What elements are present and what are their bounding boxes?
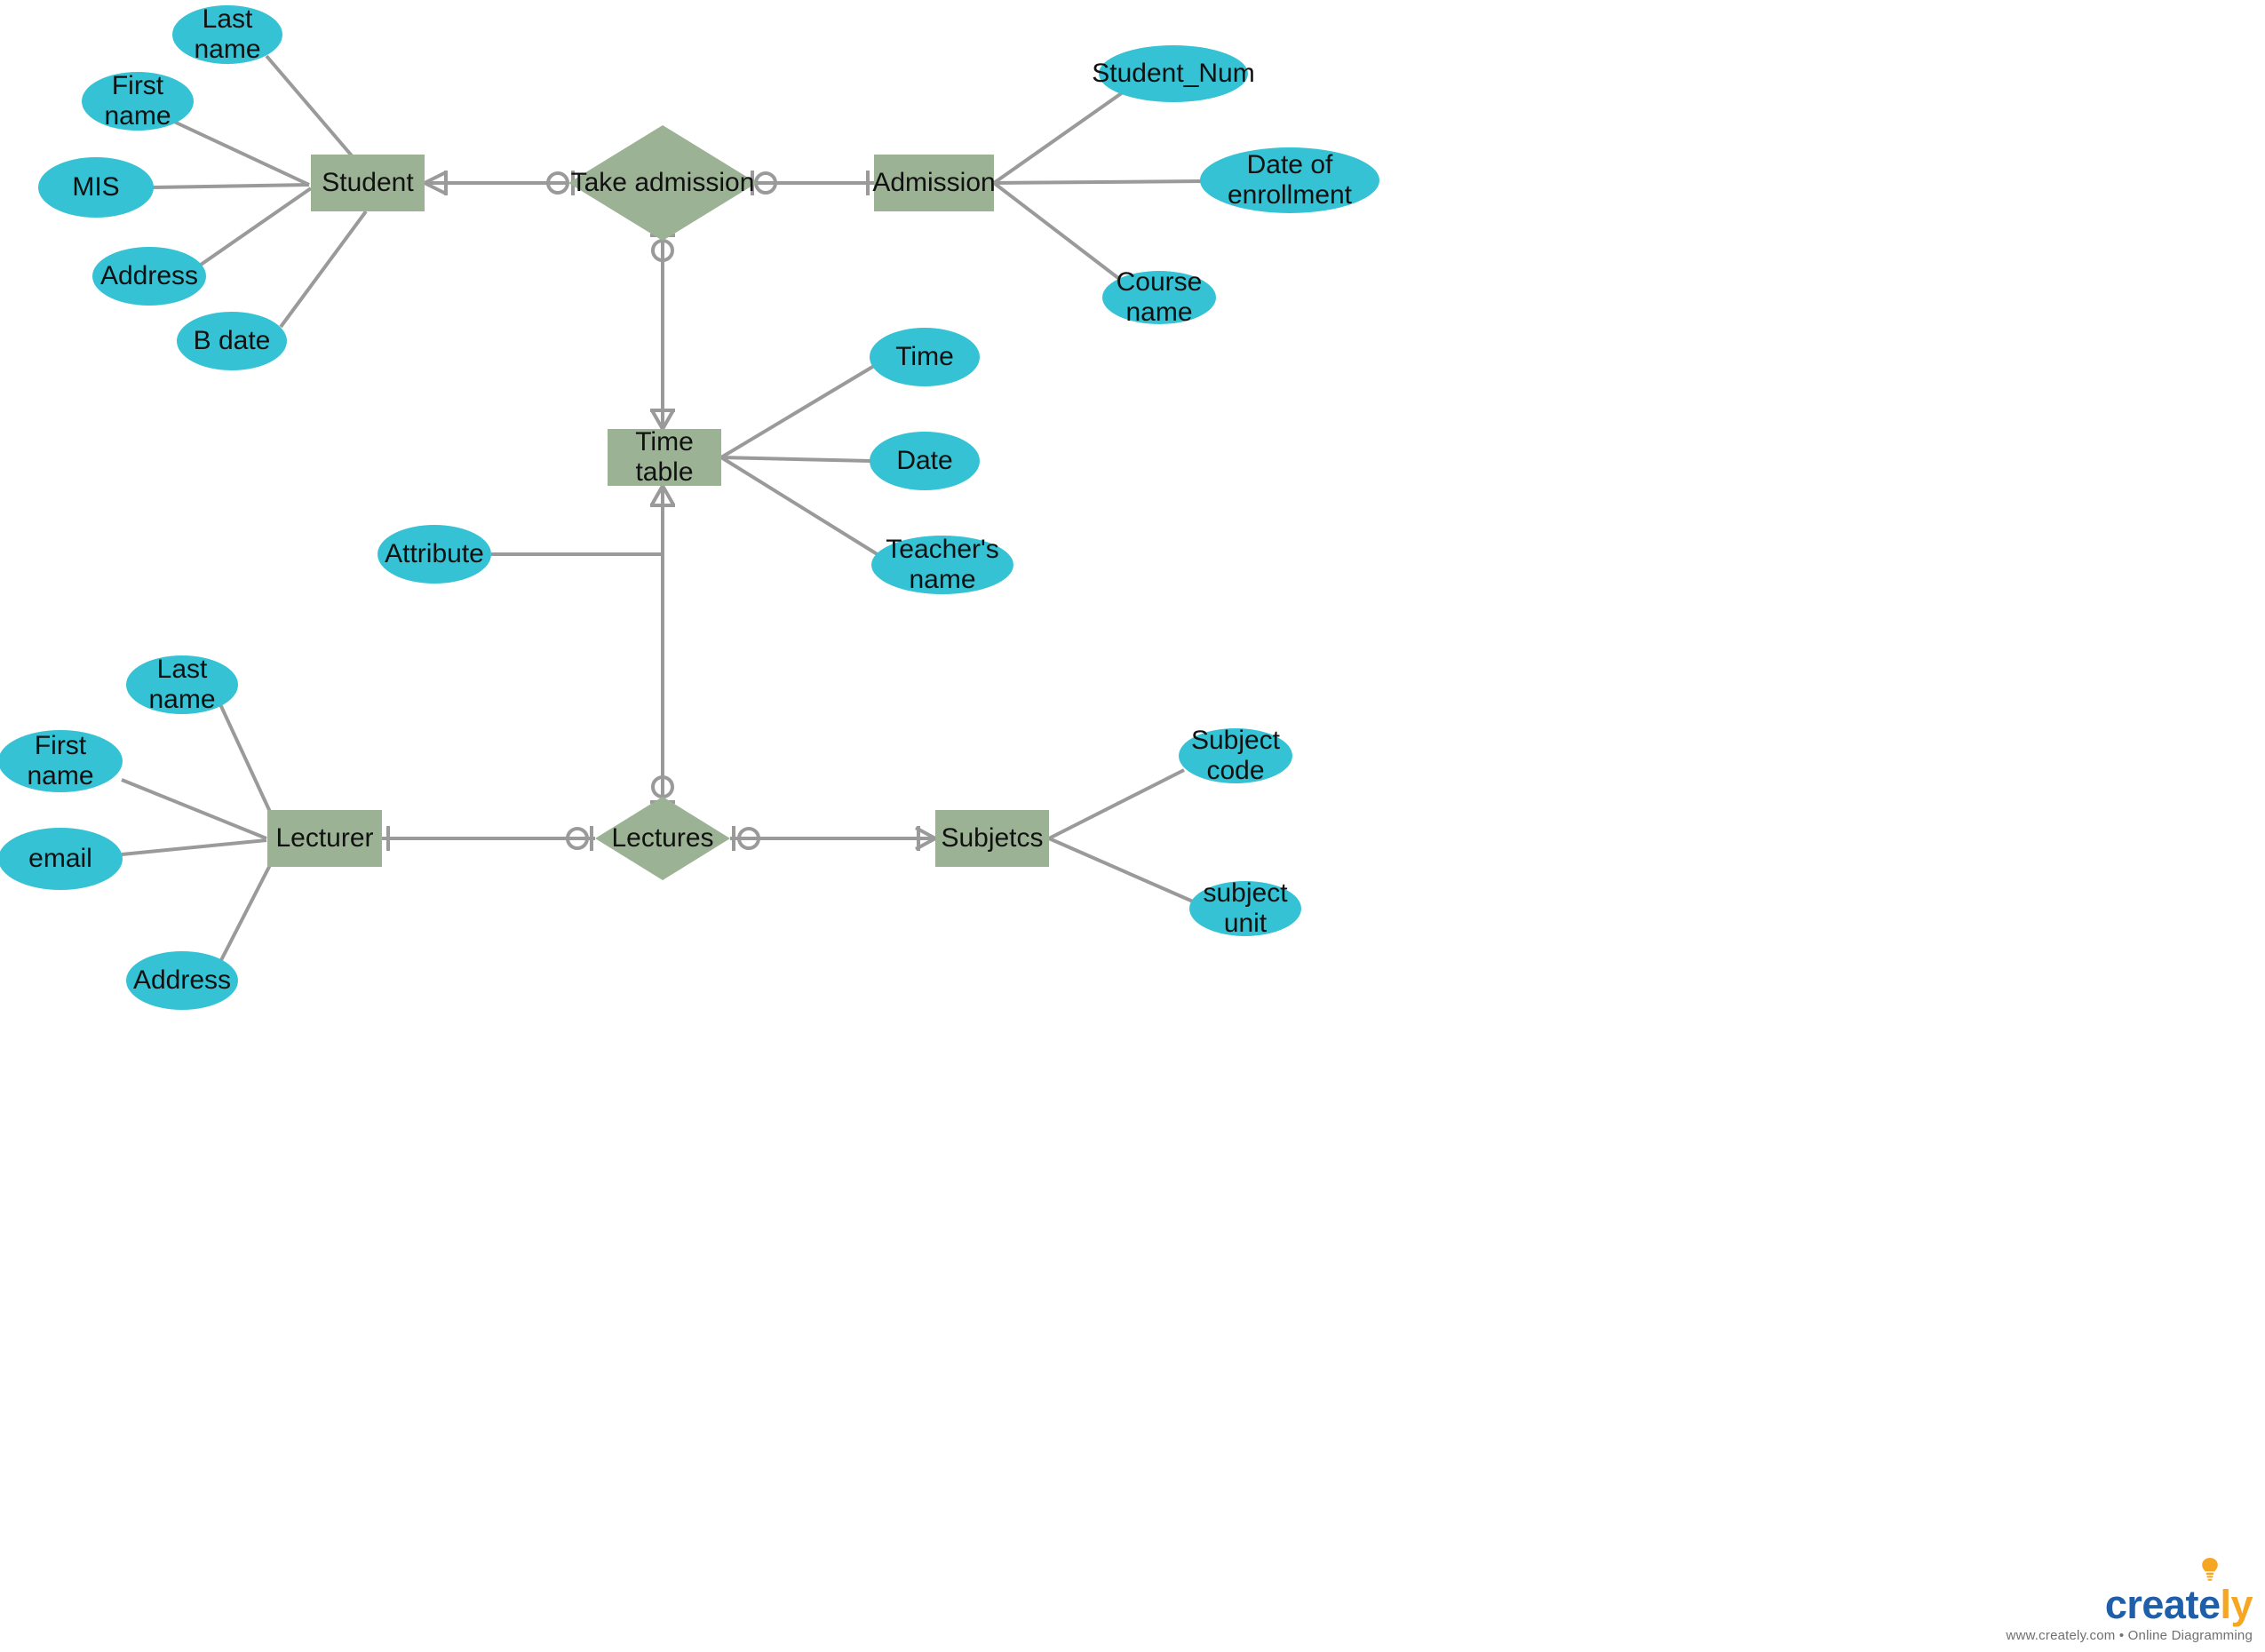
attribute-student-b-date[interactable]: B date bbox=[177, 312, 287, 370]
edge-lecturer-address bbox=[219, 864, 272, 963]
edge-timetable-time bbox=[719, 364, 876, 459]
entity-time-table[interactable]: Time table bbox=[608, 426, 721, 488]
connector-lectures-subjects bbox=[730, 826, 936, 851]
attribute-student-first-name[interactable]: First name bbox=[82, 71, 194, 131]
connector-take-admission-timetable bbox=[650, 234, 675, 430]
attribute-student-address[interactable]: Address bbox=[92, 247, 206, 306]
attribute-subjects-subject-code[interactable]: Subject code bbox=[1179, 726, 1292, 785]
attribute-timetable-attribute[interactable]: Attribute bbox=[378, 525, 491, 584]
connector-student-take-admission bbox=[424, 171, 575, 195]
entity-admission-label: Admission bbox=[872, 167, 996, 197]
edge-admission-student-num bbox=[992, 91, 1125, 185]
attribute-student-mis[interactable]: MIS bbox=[38, 157, 154, 218]
entity-time-table-label: Time table bbox=[635, 426, 694, 488]
edge-subjects-subject-unit bbox=[1048, 837, 1194, 903]
creately-brand-accent: ly bbox=[2220, 1582, 2253, 1627]
edge-student-mis bbox=[152, 183, 310, 189]
edge-subjects-subject-code bbox=[1048, 768, 1185, 840]
creately-logo-text: creately bbox=[2104, 1558, 2253, 1627]
edge-subjects-attributes bbox=[1048, 768, 1194, 903]
edge-timetable-date bbox=[720, 456, 872, 463]
attribute-admission-date-of-enrollment[interactable]: Date of enrollment bbox=[1200, 147, 1379, 213]
edge-student-b-date bbox=[279, 210, 368, 329]
edge-lecturer-first-name bbox=[121, 778, 267, 840]
relationship-diamond-take-admission[interactable] bbox=[568, 125, 757, 241]
edge-lecturer-email bbox=[121, 838, 267, 856]
connector-lecturer-lectures bbox=[382, 826, 595, 851]
edge-student-address bbox=[199, 187, 313, 266]
attribute-lecturer-first-name[interactable]: First name bbox=[0, 730, 123, 792]
creately-watermark: creately www.creately.com • Online Diagr… bbox=[2006, 1558, 2253, 1643]
edge-admission-date-enroll bbox=[993, 179, 1203, 185]
creately-brand-primary: create bbox=[2104, 1582, 2221, 1627]
attribute-timetable-teachers-name[interactable]: Teacher's name bbox=[871, 535, 1013, 594]
attribute-timetable-time[interactable]: Time bbox=[870, 328, 980, 386]
edge-lecturer-attributes bbox=[121, 703, 272, 963]
edge-timetable-teachers-name bbox=[719, 456, 885, 560]
entity-lecturer-label: Lecturer bbox=[275, 822, 374, 853]
relationship-lectures-label: Lectures bbox=[611, 823, 714, 853]
connector-take-admission-admission bbox=[751, 171, 874, 195]
attribute-subjects-subject-unit[interactable]: subject unit bbox=[1189, 878, 1301, 938]
entity-subjects-label: Subjetcs bbox=[941, 822, 1044, 853]
relationship-diamond-lectures[interactable] bbox=[595, 797, 730, 880]
creately-tagline: www.creately.com • Online Diagramming bbox=[2006, 1628, 2253, 1643]
attribute-timetable-date[interactable]: Date bbox=[870, 432, 980, 490]
entity-student[interactable]: Student bbox=[311, 155, 425, 211]
entity-subjects[interactable]: Subjetcs bbox=[935, 810, 1049, 867]
entity-lecturer[interactable]: Lecturer bbox=[267, 810, 382, 867]
attribute-lecturer-address[interactable]: Address bbox=[126, 951, 238, 1010]
edge-student-first-name bbox=[173, 120, 310, 187]
attribute-admission-course-name[interactable]: Course name bbox=[1102, 267, 1216, 327]
attribute-admission-student-num[interactable]: Student_Num bbox=[1092, 45, 1255, 102]
edge-admission-attributes bbox=[992, 91, 1203, 286]
attribute-lecturer-last-name[interactable]: Last name bbox=[126, 655, 238, 714]
attribute-lecturer-email[interactable]: email bbox=[0, 828, 123, 890]
attribute-student-last-name[interactable]: Last name bbox=[172, 4, 282, 64]
er-diagram-canvas: Student Admission Time table Lecturer Su… bbox=[0, 0, 2265, 1652]
lightbulb-icon bbox=[2202, 1558, 2218, 1581]
relationship-take-admission-label: Take admission bbox=[570, 168, 755, 197]
edge-lecturer-last-name bbox=[219, 703, 272, 813]
entity-admission[interactable]: Admission bbox=[872, 155, 996, 211]
edge-student-last-name bbox=[265, 54, 357, 162]
connector-timetable-lectures bbox=[650, 485, 675, 804]
entity-student-label: Student bbox=[322, 167, 414, 197]
